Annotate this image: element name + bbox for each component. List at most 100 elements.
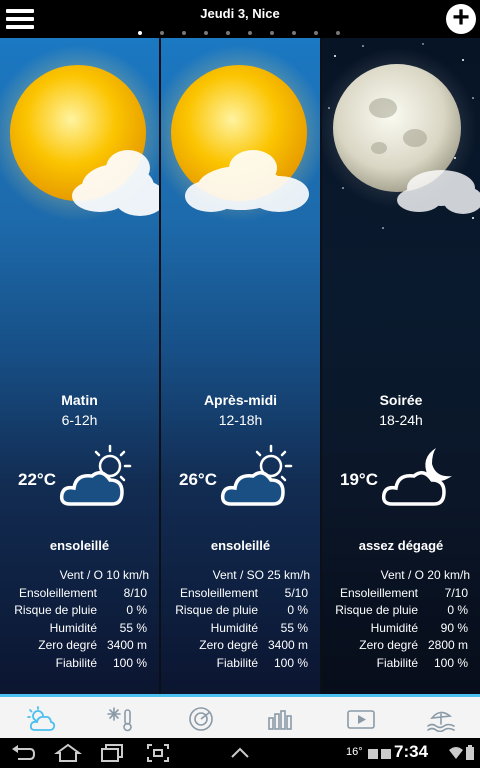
sunshine-row: Ensoleillement 8/10 xyxy=(0,586,159,604)
forecast-panel-afternoon: Après-midi 12-18h 26°C ensoleillé Vent /… xyxy=(161,38,320,694)
add-location-button[interactable]: + xyxy=(446,3,476,34)
stat-value: 7/10 xyxy=(444,585,468,600)
stat-value: 55 % xyxy=(119,620,147,635)
stat-label: Ensoleillement xyxy=(339,585,418,600)
home-icon[interactable] xyxy=(54,743,82,763)
stat-label: Risque de pluie xyxy=(14,603,97,617)
wind-row: Vent / SO 25 km/h xyxy=(161,568,320,586)
page-dot[interactable] xyxy=(138,31,142,35)
stat-value: 0 % xyxy=(287,603,308,617)
period-hours: 12-18h xyxy=(218,412,263,428)
tab-beach[interactable] xyxy=(400,697,480,741)
panel-divider xyxy=(320,38,322,694)
weather-sun-cloud-icon xyxy=(27,706,56,731)
temperature: 19°C xyxy=(340,470,378,489)
snow-thermometer-icon xyxy=(107,707,132,732)
stat-value: 100 % xyxy=(433,655,468,670)
stat-label: Fiabilité xyxy=(55,655,97,670)
sun-cloud-icon xyxy=(220,444,293,506)
moon-cloud-icon xyxy=(381,448,452,506)
stat-value: 0 % xyxy=(447,603,468,617)
page-dot[interactable] xyxy=(226,31,230,35)
stats-list: Vent / O 10 km/h Ensoleillement 8/10 Risq… xyxy=(0,568,159,673)
top-bar: Jeudi 3, Nice + xyxy=(0,0,480,38)
period-label: Après-midi xyxy=(203,392,278,408)
tab-forecast[interactable] xyxy=(0,697,80,741)
reliability-row: Fiabilité 100 % xyxy=(161,656,320,674)
rain-row: Risque de pluie 0 % xyxy=(0,603,159,621)
moon-cloud-illustration xyxy=(322,43,480,229)
period-hours: 18-24h xyxy=(379,412,423,428)
stat-value: 3400 m xyxy=(267,638,308,652)
stat-label: Fiabilité xyxy=(376,655,418,670)
forecast-panels: Matin 6-12h 22°C ensoleillé Vent / O 10 … xyxy=(0,38,480,694)
video-icon xyxy=(347,710,375,729)
tab-video[interactable] xyxy=(320,697,400,741)
forecast-panel-morning: Matin 6-12h 22°C ensoleillé Vent / O 10 … xyxy=(0,38,159,694)
status-clock: 7:34 xyxy=(394,742,429,761)
stat-value: 100 % xyxy=(273,655,308,670)
wifi-battery-icon xyxy=(449,745,474,760)
back-icon[interactable] xyxy=(10,743,36,763)
stat-label: Humidité xyxy=(49,620,97,635)
stat-value: 8/10 xyxy=(123,585,147,600)
period-hours: 6-12h xyxy=(61,412,98,428)
reliability-row: Fiabilité 100 % xyxy=(322,656,480,674)
stat-label: Zero degré xyxy=(359,638,418,652)
system-navigation-bar: 16° 7:34 xyxy=(0,738,480,768)
beach-icon xyxy=(427,711,455,732)
wind-row: Vent / O 10 km/h xyxy=(0,568,159,586)
tab-charts[interactable] xyxy=(240,697,320,741)
tab-snow[interactable] xyxy=(80,697,160,741)
stat-label: Ensoleillement xyxy=(18,585,97,600)
stat-value: 0 % xyxy=(126,603,147,617)
stats-list: Vent / SO 25 km/h Ensoleillement 5/10 Ris… xyxy=(161,568,320,673)
period-label: Matin xyxy=(61,392,98,408)
stat-label: Risque de pluie xyxy=(335,603,418,617)
rain-row: Risque de pluie 0 % xyxy=(161,603,320,621)
page-dot[interactable] xyxy=(314,31,318,35)
stat-label: Humidité xyxy=(210,620,258,635)
humidity-row: Humidité 90 % xyxy=(322,621,480,639)
stat-value: 5/10 xyxy=(284,585,308,600)
page-dot[interactable] xyxy=(292,31,296,35)
stat-value: 100 % xyxy=(112,655,147,670)
reliability-row: Fiabilité 100 % xyxy=(0,656,159,674)
rain-row: Risque de pluie 0 % xyxy=(322,603,480,621)
screenshot-icon[interactable] xyxy=(146,743,170,763)
freezing-row: Zero degré 3400 m xyxy=(161,638,320,656)
bottom-tab-bar xyxy=(0,694,480,741)
page-dot[interactable] xyxy=(248,31,252,35)
stat-label: Zero degré xyxy=(199,638,258,652)
tab-radar[interactable] xyxy=(160,697,240,741)
wind-row: Vent / O 20 km/h xyxy=(322,568,480,586)
humidity-row: Humidité 55 % xyxy=(161,621,320,639)
page-dot[interactable] xyxy=(160,31,164,35)
condition-text: ensoleillé xyxy=(49,538,110,553)
forecast-panel-evening: Soirée 18-24h 19°C assez dégagé Vent / O… xyxy=(322,38,480,694)
stat-label: Ensoleillement xyxy=(179,585,258,600)
stats-list: Vent / O 20 km/h Ensoleillement 7/10 Risq… xyxy=(322,568,480,673)
stat-label: Risque de pluie xyxy=(175,603,258,617)
radar-icon xyxy=(189,707,213,731)
bar-chart-icon xyxy=(268,710,292,730)
chevron-up-icon[interactable] xyxy=(228,743,252,763)
page-dot[interactable] xyxy=(204,31,208,35)
stat-value: 55 % xyxy=(280,620,308,635)
condition-text: assez dégagé xyxy=(358,538,444,553)
stat-value: 90 % xyxy=(440,620,468,635)
sunshine-row: Ensoleillement 5/10 xyxy=(161,586,320,604)
page-dot[interactable] xyxy=(182,31,186,35)
period-label: Soirée xyxy=(379,392,423,408)
page-dot[interactable] xyxy=(336,31,340,35)
stat-label: Zero degré xyxy=(38,638,97,652)
page-dot[interactable] xyxy=(270,31,274,35)
panel-divider xyxy=(159,38,161,694)
recent-apps-icon[interactable] xyxy=(100,743,126,763)
wind-value: Vent / O 20 km/h xyxy=(380,568,470,582)
temperature: 22°C xyxy=(18,470,56,489)
sun-cloud-illustration xyxy=(0,45,159,221)
wind-value: Vent / SO 25 km/h xyxy=(212,568,310,582)
stat-label: Humidité xyxy=(370,620,418,635)
notification-icons xyxy=(368,749,391,759)
